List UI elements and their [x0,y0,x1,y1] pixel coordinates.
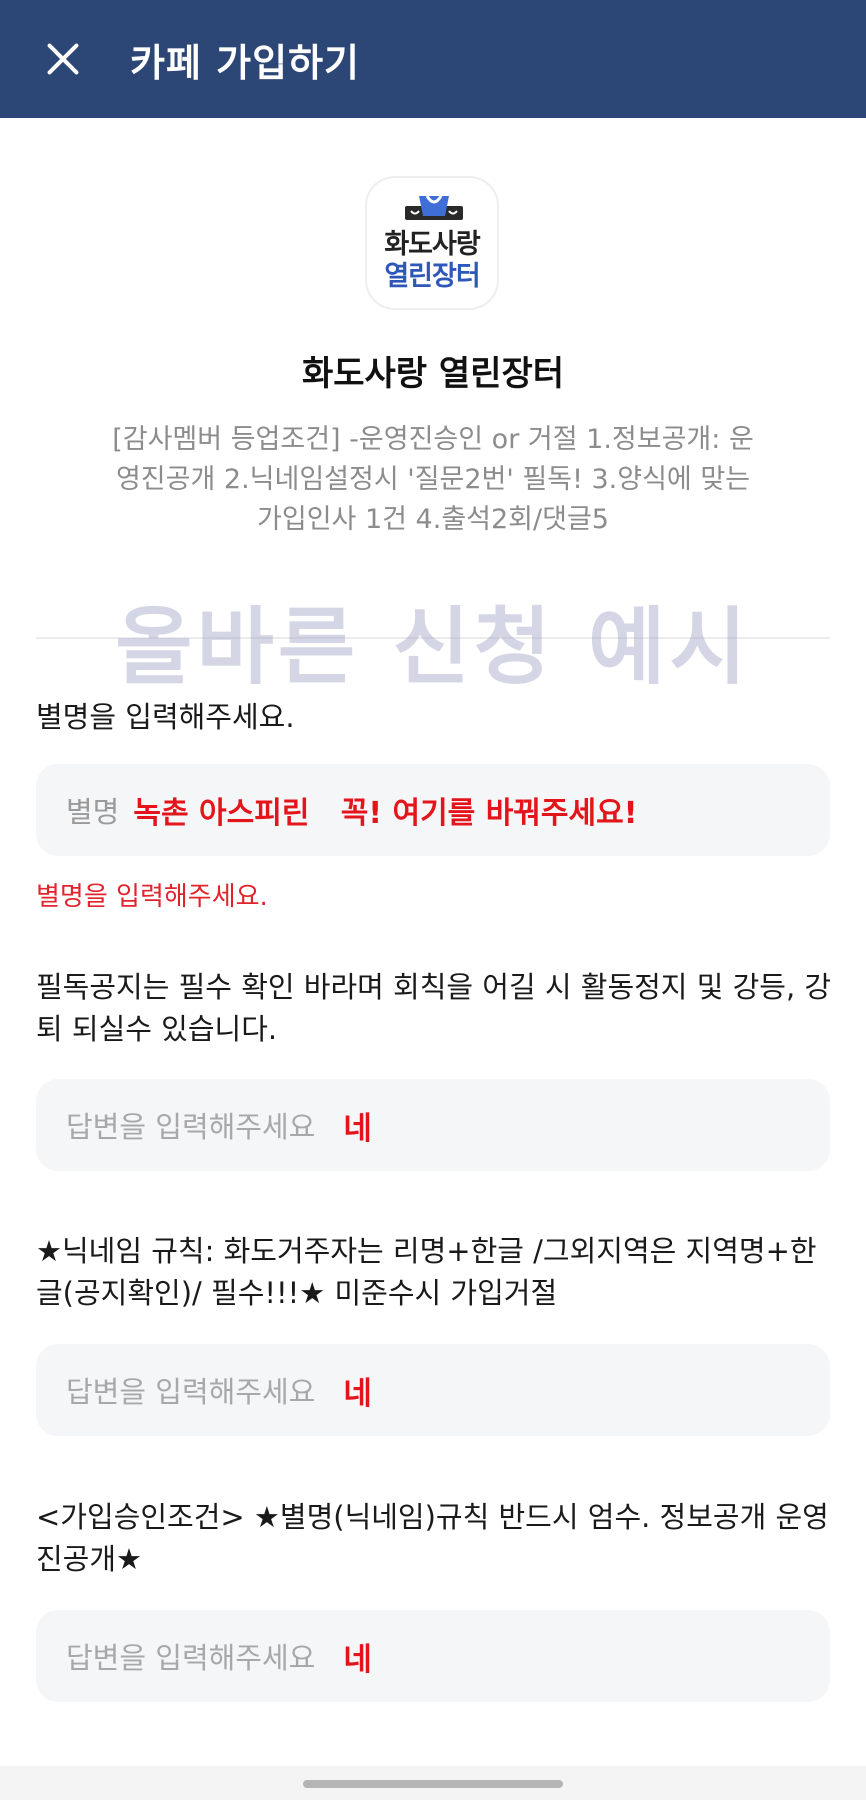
answer-value-1: 네 [343,1110,372,1147]
question-label-1: 필독공지는 필수 확인 바라며 회칙을 어길 시 활동정지 및 강등, 강퇴 되… [36,970,832,1046]
answer-value-2: 네 [343,1375,372,1412]
answer-value-3: 네 [343,1641,372,1678]
page-title: 카페 가입하기 [130,40,360,85]
nickname-value: 녹촌 아스피린 꼭! 여기를 바꿔주세요! [133,796,638,831]
cafe-name: 화도사랑 열린장터 [301,354,565,394]
answer-input-2[interactable]: 답변을 입력해주세요 네 [36,1344,830,1436]
cafe-description: [감사멤버 등업조건] -운영진승인 or 거절 1.정보공개: 운영진공개 2… [112,424,754,535]
home-indicator[interactable] [303,1780,563,1788]
question-label-3: <가입승인조건> ★별명(닉네임)규칙 반드시 엄수. 정보공개 운영진공개★ [36,1500,829,1576]
question-label-2: ★닉네임 규칙: 화도거주자는 리명+한글 /그외지역은 지역명+한글(공지확인… [36,1234,817,1310]
answer-placeholder-1: 답변을 입력해주세요 [66,1110,316,1144]
answer-placeholder-3: 답변을 입력해주세요 [66,1641,316,1675]
cafe-logo: 화도사랑 열린장터 [365,176,499,310]
nickname-prefix: 별명 [66,795,120,829]
watermark-overlay: 올바른 신청 예시 [115,598,751,696]
nickname-error: 별명을 입력해주세요. [36,882,268,912]
top-app-bar: 카페 가입하기 [0,0,866,118]
answer-input-1[interactable]: 답변을 입력해주세요 네 [36,1079,830,1171]
answer-placeholder-2: 답변을 입력해주세요 [66,1375,316,1409]
nickname-input[interactable]: 별명 녹촌 아스피린 꼭! 여기를 바꿔주세요! [36,764,830,856]
nickname-label: 별명을 입력해주세요. [36,700,295,734]
logo-text-line2: 열린장터 [384,261,480,292]
close-icon[interactable] [38,34,88,84]
answer-input-3[interactable]: 답변을 입력해주세요 네 [36,1610,830,1702]
